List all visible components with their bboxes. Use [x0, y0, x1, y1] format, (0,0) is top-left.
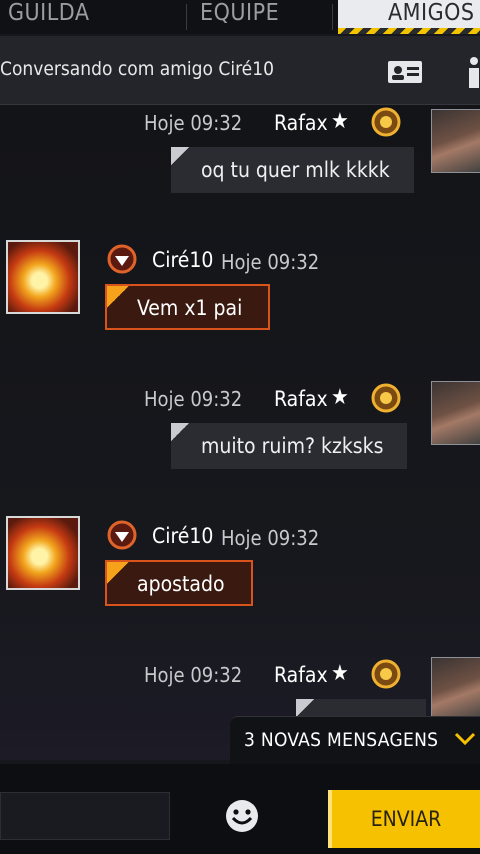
message-time: Hoje 09:32 [221, 250, 320, 274]
chevron-down-icon [454, 732, 476, 746]
active-tab-stripes [338, 28, 480, 34]
avatar[interactable] [431, 657, 480, 721]
message-time: Hoje 09:32 [144, 663, 243, 687]
new-messages-label: 3 NOVAS MENSAGENS [244, 729, 439, 751]
avatar[interactable] [431, 381, 480, 445]
message-time: Hoje 09:32 [144, 387, 243, 411]
tab-equipe[interactable]: EQUIPE [200, 0, 279, 34]
rank-badge-icon [107, 244, 137, 274]
message-bubble: muito ruim? kzksks [171, 423, 408, 469]
tab-amigos[interactable]: AMIGOS [338, 0, 480, 34]
rank-badge-icon [371, 659, 401, 689]
emoji-icon[interactable] [224, 798, 260, 834]
message-bubble: oq tu quer mlk kkkk [171, 147, 414, 193]
star-icon: ★ [331, 385, 349, 410]
new-messages-button[interactable]: 3 NOVAS MENSAGENS [230, 716, 480, 765]
message-time: Hoje 09:32 [221, 526, 320, 550]
tab-amigos-label: AMIGOS [388, 0, 475, 26]
profile-card-icon[interactable] [387, 60, 423, 84]
rank-badge-icon [371, 107, 401, 137]
tab-guilda[interactable]: GUILDA [8, 0, 90, 34]
message-input[interactable] [0, 792, 170, 840]
sender-name: Ciré10 [152, 248, 214, 272]
message-bubble: Vem x1 pai [105, 284, 271, 330]
send-button[interactable]: ENVIAR [328, 790, 480, 848]
conversation-header: Conversando com amigo Ciré10 [0, 36, 480, 105]
message-bubble: apostado [105, 560, 253, 606]
message-time: Hoje 09:32 [144, 111, 243, 135]
star-icon: ★ [331, 661, 349, 686]
info-icon[interactable] [464, 56, 480, 90]
rank-badge-icon [107, 520, 137, 550]
sender-name: Rafax [274, 663, 328, 687]
star-icon: ★ [331, 109, 349, 134]
conversation-title: Conversando com amigo Ciré10 [0, 58, 274, 80]
sender-name: Ciré10 [152, 524, 214, 548]
message-input-bar: ENVIAR [0, 764, 480, 854]
avatar[interactable] [6, 240, 80, 314]
tab-bar: GUILDA EQUIPE AMIGOS [0, 0, 480, 34]
sender-name: Rafax [274, 387, 328, 411]
tab-divider [186, 4, 187, 30]
avatar[interactable] [431, 109, 480, 173]
chat-area[interactable]: Hoje 09:32 Rafax ★ oq tu quer mlk kkkk C… [0, 105, 480, 760]
sender-name: Rafax [274, 111, 328, 135]
rank-badge-icon [371, 383, 401, 413]
tab-divider [332, 4, 333, 30]
avatar[interactable] [6, 516, 80, 590]
